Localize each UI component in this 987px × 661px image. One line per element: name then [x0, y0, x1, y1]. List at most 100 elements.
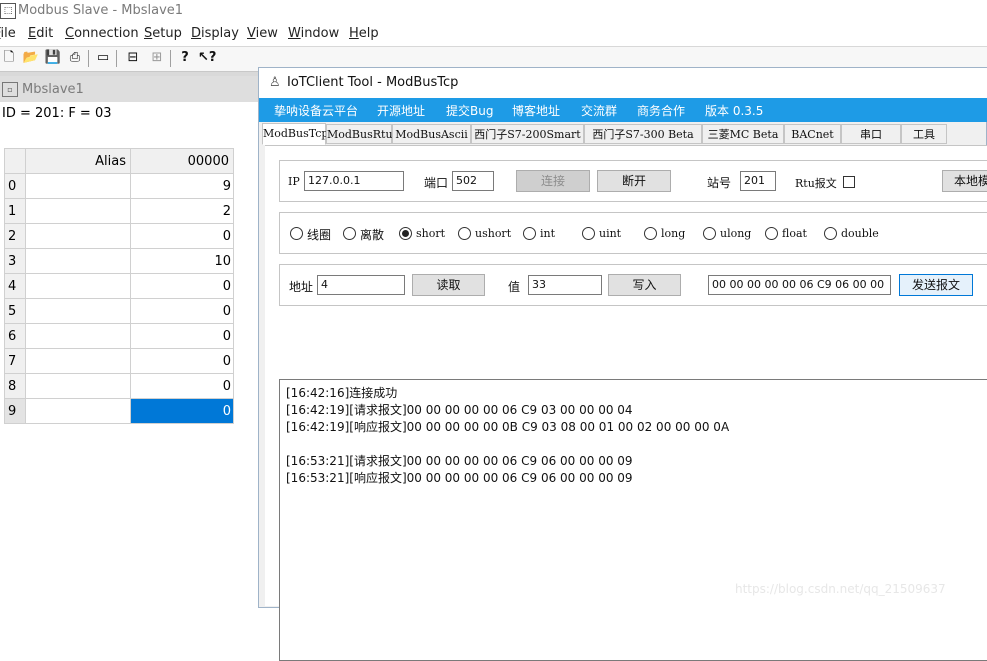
window-icon[interactable]: ▭: [94, 49, 112, 67]
nav-business[interactable]: 商务合作: [637, 102, 685, 119]
row-header[interactable]: 1: [4, 198, 26, 224]
radio-label-ushort: ushort: [475, 227, 512, 240]
menu-connection[interactable]: Connection: [65, 26, 139, 41]
row-header[interactable]: 4: [4, 273, 26, 299]
row-header[interactable]: 7: [4, 348, 26, 374]
value-cell[interactable]: 0: [130, 298, 234, 324]
connect-button[interactable]: 连接: [516, 170, 590, 192]
nav-cloud-platform[interactable]: 挚呐设备云平台: [274, 102, 358, 119]
tab-modbusrtu[interactable]: ModBusRtu: [326, 124, 393, 144]
child-title: Mbslave1: [22, 82, 84, 97]
table-row: 12: [4, 198, 234, 224]
table-row: 40: [4, 273, 234, 299]
row-header[interactable]: 5: [4, 298, 26, 324]
new-file-icon[interactable]: 🗋: [0, 49, 18, 67]
address-input[interactable]: 4: [317, 275, 405, 295]
help-icon[interactable]: ?: [176, 49, 194, 67]
value-cell[interactable]: 2: [130, 198, 234, 224]
column-header-address[interactable]: 00000: [130, 148, 234, 174]
menu-display[interactable]: Display: [191, 26, 239, 41]
write-button[interactable]: 写入: [608, 274, 681, 296]
column-header-alias[interactable]: Alias: [25, 148, 131, 174]
alias-cell[interactable]: [25, 398, 131, 424]
radio-int[interactable]: [523, 227, 536, 240]
nav-version[interactable]: 版本 0.3.5: [705, 102, 763, 119]
log-line: [16:53:21][响应报文]00 00 00 00 00 06 C9 06 …: [286, 471, 633, 485]
tab-modbustcp[interactable]: ModBusTcp: [262, 123, 328, 145]
radio-short[interactable]: [399, 227, 412, 240]
connection-group: IP 127.0.0.1 端口 502 连接 断开 站号 201 Rtu报文 本…: [279, 160, 987, 202]
read-button[interactable]: 读取: [412, 274, 485, 296]
alias-cell[interactable]: [25, 173, 131, 199]
radio-long[interactable]: [644, 227, 657, 240]
value-cell[interactable]: 0: [130, 373, 234, 399]
row-header[interactable]: 0: [4, 173, 26, 199]
row-header[interactable]: 2: [4, 223, 26, 249]
alias-cell[interactable]: [25, 348, 131, 374]
row-header[interactable]: 9: [4, 398, 26, 424]
print-icon[interactable]: ⎙: [66, 49, 84, 67]
iotclient-title: IoTClient Tool - ModBusTcp: [287, 75, 459, 90]
value-cell[interactable]: 10: [130, 248, 234, 274]
alias-cell[interactable]: [25, 198, 131, 224]
menu-setup[interactable]: Setup: [144, 26, 182, 41]
value-cell-selected[interactable]: 0: [130, 398, 234, 424]
tab-modbusascii[interactable]: ModBusAscii: [392, 124, 471, 144]
radio-label-uint: uint: [599, 227, 622, 240]
alias-cell[interactable]: [25, 248, 131, 274]
menu-edit[interactable]: Edit: [28, 26, 53, 41]
nav-submit-bug[interactable]: 提交Bug: [446, 102, 493, 119]
tab-tools[interactable]: 工具: [901, 124, 947, 144]
rtu-message-checkbox[interactable]: [843, 176, 855, 188]
row-header[interactable]: 3: [4, 248, 26, 274]
log-output[interactable]: [16:42:16]连接成功 [16:42:19][请求报文]00 00 00 …: [279, 379, 987, 661]
value-input[interactable]: 33: [528, 275, 602, 295]
open-folder-icon[interactable]: 📂: [22, 49, 40, 67]
menu-view[interactable]: View: [247, 26, 278, 41]
value-cell[interactable]: 0: [130, 273, 234, 299]
connect-icon[interactable]: ⊟: [124, 49, 142, 67]
modbus-app-icon: ⬚: [0, 3, 16, 19]
nav-blog-address[interactable]: 博客地址: [512, 102, 560, 119]
value-cell[interactable]: 9: [130, 173, 234, 199]
radio-discrete[interactable]: [343, 227, 356, 240]
tab-s7-300-beta[interactable]: 西门子S7-300 Beta: [584, 124, 702, 144]
tab-mitsubishi-mc-beta[interactable]: 三菱MC Beta: [702, 124, 784, 144]
radio-coil[interactable]: [290, 227, 303, 240]
disconnect-icon[interactable]: ⊞: [148, 49, 166, 67]
alias-cell[interactable]: [25, 273, 131, 299]
child-window-icon: ▫: [2, 82, 18, 97]
nav-chat-group[interactable]: 交流群: [581, 102, 617, 119]
tab-s7-200smart[interactable]: 西门子S7-200Smart: [471, 124, 584, 144]
context-help-icon[interactable]: ↖?: [198, 49, 216, 67]
disconnect-button[interactable]: 断开: [597, 170, 671, 192]
menu-window[interactable]: Window: [288, 26, 339, 41]
save-icon[interactable]: 💾: [44, 49, 62, 67]
station-input[interactable]: 201: [740, 171, 776, 191]
value-label: 值: [508, 280, 521, 294]
radio-double[interactable]: [824, 227, 837, 240]
local-simulate-button[interactable]: 本地模: [942, 170, 987, 192]
alias-cell[interactable]: [25, 323, 131, 349]
radio-ulong[interactable]: [703, 227, 716, 240]
tab-bacnet[interactable]: BACnet: [784, 124, 841, 144]
row-header[interactable]: 6: [4, 323, 26, 349]
radio-ushort[interactable]: [458, 227, 471, 240]
value-cell[interactable]: 0: [130, 323, 234, 349]
port-input[interactable]: 502: [452, 171, 494, 191]
radio-float[interactable]: [765, 227, 778, 240]
tab-serial[interactable]: 串口: [841, 124, 901, 144]
value-cell[interactable]: 0: [130, 223, 234, 249]
alias-cell[interactable]: [25, 373, 131, 399]
value-cell[interactable]: 0: [130, 348, 234, 374]
send-message-button[interactable]: 发送报文: [899, 274, 973, 296]
ip-input[interactable]: 127.0.0.1: [304, 171, 404, 191]
raw-message-input[interactable]: 00 00 00 00 00 06 C9 06 00 00: [708, 275, 891, 295]
menu-help[interactable]: Help: [349, 26, 379, 41]
alias-cell[interactable]: [25, 298, 131, 324]
alias-cell[interactable]: [25, 223, 131, 249]
radio-uint[interactable]: [582, 227, 595, 240]
nav-source-address[interactable]: 开源地址: [377, 102, 425, 119]
menu-file[interactable]: File: [0, 26, 16, 41]
row-header[interactable]: 8: [4, 373, 26, 399]
